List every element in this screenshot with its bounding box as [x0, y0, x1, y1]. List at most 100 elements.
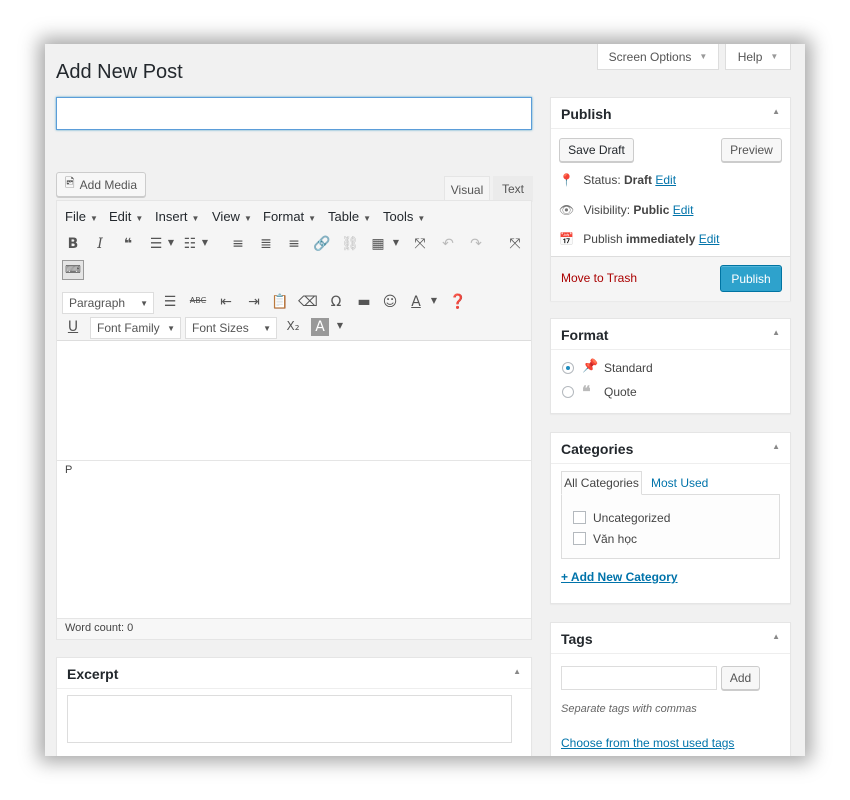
tags-title: Tags: [561, 631, 593, 647]
save-draft-button[interactable]: Save Draft: [559, 138, 634, 162]
tags-input[interactable]: [561, 666, 717, 690]
help-button[interactable]: Help ▼: [725, 44, 791, 70]
editor-path[interactable]: P: [65, 464, 72, 476]
font-family-select[interactable]: Font Family ▼: [90, 317, 181, 339]
underline-icon[interactable]: U: [63, 319, 83, 335]
format-quote-label: Quote: [604, 385, 637, 399]
edit-status-link[interactable]: Edit: [655, 173, 676, 187]
chevron-down-icon: ▼: [191, 214, 200, 223]
collapse-arrow-icon[interactable]: ▲: [772, 632, 780, 641]
chevron-down-icon: ▼: [89, 214, 98, 223]
chevron-down-icon[interactable]: ▼: [386, 238, 406, 247]
table-icon[interactable]: ▦: [368, 236, 388, 252]
calendar-icon: 📅: [559, 232, 574, 246]
text-color-icon[interactable]: A: [406, 294, 426, 310]
align-left-icon[interactable]: ≡: [228, 236, 248, 252]
fullscreen-icon[interactable]: ⤧: [410, 236, 430, 252]
edit-visibility-link[interactable]: Edit: [673, 203, 694, 217]
preview-label: Preview: [730, 143, 773, 157]
status-row: 📍 Status: Draft Edit: [559, 173, 676, 187]
unlink-icon[interactable]: ⛓: [340, 236, 360, 252]
menu-table-label: Table: [328, 209, 360, 224]
tab-text[interactable]: Text: [493, 176, 533, 202]
undo-icon[interactable]: ↶: [438, 236, 458, 252]
format-title: Format: [561, 327, 609, 343]
add-tag-button[interactable]: Add: [721, 666, 760, 690]
format-header[interactable]: Format ▲: [551, 319, 790, 350]
eraser-icon[interactable]: ⌫: [298, 294, 318, 310]
font-sizes-select-label: Font Sizes: [192, 321, 249, 335]
menu-table[interactable]: Table ▼: [328, 209, 371, 224]
add-media-label: Add Media: [79, 177, 138, 192]
categories-header[interactable]: Categories ▲: [551, 433, 790, 464]
emoji-icon[interactable]: ☺: [380, 294, 400, 310]
add-new-category-link[interactable]: + Add New Category: [561, 570, 678, 584]
publish-time-label: Publish: [583, 232, 623, 246]
collapse-arrow-icon[interactable]: ▲: [772, 442, 780, 451]
menu-tools[interactable]: Tools ▼: [383, 209, 425, 224]
strikethrough-icon[interactable]: ABC: [188, 296, 208, 305]
paragraph-select[interactable]: Paragraph ▼: [62, 292, 154, 314]
add-media-button[interactable]: 🖻 Add Media: [56, 172, 146, 197]
tab-most-used[interactable]: Most Used: [651, 476, 708, 490]
chevron-down-icon[interactable]: ▼: [424, 296, 444, 305]
horizontal-line-icon[interactable]: ☰: [160, 294, 180, 310]
help-icon[interactable]: ❓: [448, 294, 468, 310]
outdent-icon[interactable]: ⇤: [216, 294, 236, 310]
font-sizes-select[interactable]: Font Sizes ▼: [185, 317, 277, 339]
align-right-icon[interactable]: ≡: [284, 236, 304, 252]
status-label: Status:: [583, 173, 621, 187]
editor-toolbar: File ▼ Edit ▼ Insert ▼ View ▼ Format ▼ Table ▼…: [57, 201, 531, 341]
menu-insert[interactable]: Insert ▼: [155, 209, 199, 224]
status-value: Draft: [624, 173, 653, 187]
background-color-icon[interactable]: A: [311, 318, 329, 336]
paste-text-icon[interactable]: 📋: [270, 294, 290, 310]
publish-button[interactable]: Publish: [720, 265, 782, 292]
publish-title: Publish: [561, 106, 612, 122]
category-checkbox-van-hoc[interactable]: [573, 532, 586, 545]
bold-icon[interactable]: B: [63, 236, 83, 252]
excerpt-header[interactable]: Excerpt ▲: [57, 658, 531, 689]
blockquote-icon[interactable]: ❝: [118, 236, 138, 252]
tags-hint: Separate tags with commas: [561, 703, 697, 715]
media-icon: 🖻: [64, 176, 75, 190]
format-quote-radio[interactable]: [562, 386, 574, 398]
tags-header[interactable]: Tags ▲: [551, 623, 790, 654]
italic-icon[interactable]: I: [90, 236, 110, 252]
tab-visual[interactable]: Visual: [444, 176, 490, 202]
collapse-arrow-icon[interactable]: ▲: [772, 328, 780, 337]
chevron-down-icon[interactable]: ▼: [161, 238, 181, 247]
special-character-icon[interactable]: Ω: [326, 294, 346, 310]
distraction-free-icon[interactable]: ⤧: [505, 236, 525, 252]
format-standard-radio[interactable]: [562, 362, 574, 374]
preview-button[interactable]: Preview: [721, 138, 782, 162]
redo-icon[interactable]: ↷: [466, 236, 486, 252]
collapse-arrow-icon[interactable]: ▲: [513, 667, 521, 676]
menu-format[interactable]: Format ▼: [263, 209, 316, 224]
category-checkbox-uncategorized[interactable]: [573, 511, 586, 524]
post-title-input[interactable]: [56, 97, 532, 130]
publish-header[interactable]: Publish ▲: [551, 98, 790, 129]
chevron-down-icon[interactable]: ▼: [330, 321, 350, 330]
toolbar-toggle-icon[interactable]: ⌨: [62, 260, 84, 280]
link-icon[interactable]: 🔗: [312, 236, 332, 252]
align-center-icon[interactable]: ≣: [256, 236, 276, 252]
subscript-icon[interactable]: X₂: [283, 319, 303, 333]
screen-options-button[interactable]: Screen Options ▼: [597, 44, 719, 70]
chevron-down-icon: ▼: [699, 52, 708, 61]
read-more-icon[interactable]: ▬: [354, 294, 374, 310]
tab-all-categories[interactable]: All Categories: [561, 471, 642, 495]
chevron-down-icon[interactable]: ▼: [195, 238, 215, 247]
save-draft-label: Save Draft: [568, 143, 625, 157]
move-to-trash-link[interactable]: Move to Trash: [561, 271, 637, 285]
menu-file[interactable]: File ▼: [65, 209, 98, 224]
menu-view[interactable]: View ▼: [212, 209, 252, 224]
menu-format-label: Format: [263, 209, 305, 224]
indent-icon[interactable]: ⇥: [244, 294, 264, 310]
editor-content-area[interactable]: [57, 340, 531, 460]
edit-publish-time-link[interactable]: Edit: [699, 232, 720, 246]
menu-edit[interactable]: Edit ▼: [109, 209, 143, 224]
collapse-arrow-icon[interactable]: ▲: [772, 107, 780, 116]
choose-most-used-tags-link[interactable]: Choose from the most used tags: [561, 736, 734, 750]
excerpt-textarea[interactable]: [67, 695, 512, 743]
